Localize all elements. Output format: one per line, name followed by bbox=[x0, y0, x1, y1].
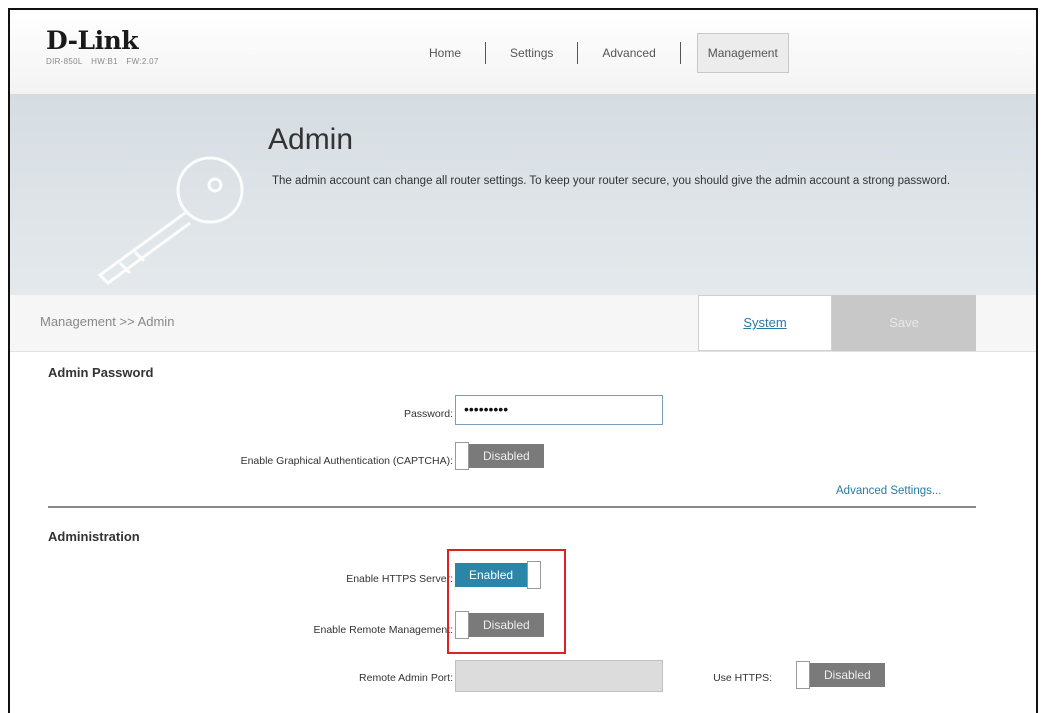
dlink-logo: D-Link bbox=[46, 26, 139, 55]
remote-management-label: Enable Remote Management: bbox=[313, 624, 454, 636]
highlight-box bbox=[447, 549, 566, 654]
system-button[interactable]: System bbox=[698, 295, 832, 351]
key-icon bbox=[97, 156, 244, 285]
nav-settings[interactable]: Settings bbox=[486, 34, 577, 72]
page-title: Admin bbox=[268, 123, 354, 156]
firmware-version: FW:2.07 bbox=[126, 57, 159, 66]
captcha-label: Enable Graphical Authentication (CAPTCHA… bbox=[240, 455, 453, 467]
device-info: DIR-850L HW:B1 FW:2.07 bbox=[46, 57, 165, 66]
breadcrumb-bar: Management >> Admin System Save bbox=[10, 295, 1036, 352]
toggle-knob bbox=[796, 661, 810, 689]
use-https-toggle[interactable]: Disabled bbox=[796, 661, 885, 689]
brand: D-Link DIR-850L HW:B1 FW:2.07 bbox=[46, 26, 165, 66]
remote-admin-port-field[interactable] bbox=[455, 660, 663, 692]
nav-advanced[interactable]: Advanced bbox=[578, 34, 679, 72]
nav-separator bbox=[679, 42, 681, 64]
top-header: D-Link DIR-850L HW:B1 FW:2.07 Home Setti… bbox=[10, 10, 1036, 95]
section-divider bbox=[48, 506, 976, 508]
main-nav: Home Settings Advanced Management bbox=[405, 33, 789, 73]
captcha-toggle[interactable]: Disabled bbox=[455, 442, 544, 470]
page-banner: Admin The admin account can change all r… bbox=[10, 95, 1036, 295]
password-field[interactable]: ••••••••• bbox=[455, 395, 663, 425]
model-number: DIR-850L bbox=[46, 57, 83, 66]
router-admin-page: D-Link DIR-850L HW:B1 FW:2.07 Home Setti… bbox=[8, 8, 1038, 713]
password-label: Password: bbox=[403, 408, 453, 420]
advanced-settings-link[interactable]: Advanced Settings... bbox=[836, 485, 941, 497]
https-server-label: Enable HTTPS Server: bbox=[346, 573, 453, 585]
toggle-state: Disabled bbox=[469, 444, 544, 468]
nav-management[interactable]: Management bbox=[696, 33, 789, 73]
administration-heading: Administration bbox=[48, 529, 140, 544]
toggle-state: Disabled bbox=[810, 663, 885, 687]
hardware-version: HW:B1 bbox=[91, 57, 118, 66]
admin-password-heading: Admin Password bbox=[48, 365, 154, 380]
nav-home[interactable]: Home bbox=[405, 34, 485, 72]
page-description: The admin account can change all router … bbox=[272, 175, 951, 187]
remote-admin-port-label: Remote Admin Port: bbox=[359, 672, 453, 684]
toggle-knob bbox=[455, 442, 469, 470]
save-button[interactable]: Save bbox=[832, 295, 976, 351]
use-https-label: Use HTTPS: bbox=[713, 672, 772, 684]
breadcrumb: Management >> Admin bbox=[40, 314, 175, 329]
